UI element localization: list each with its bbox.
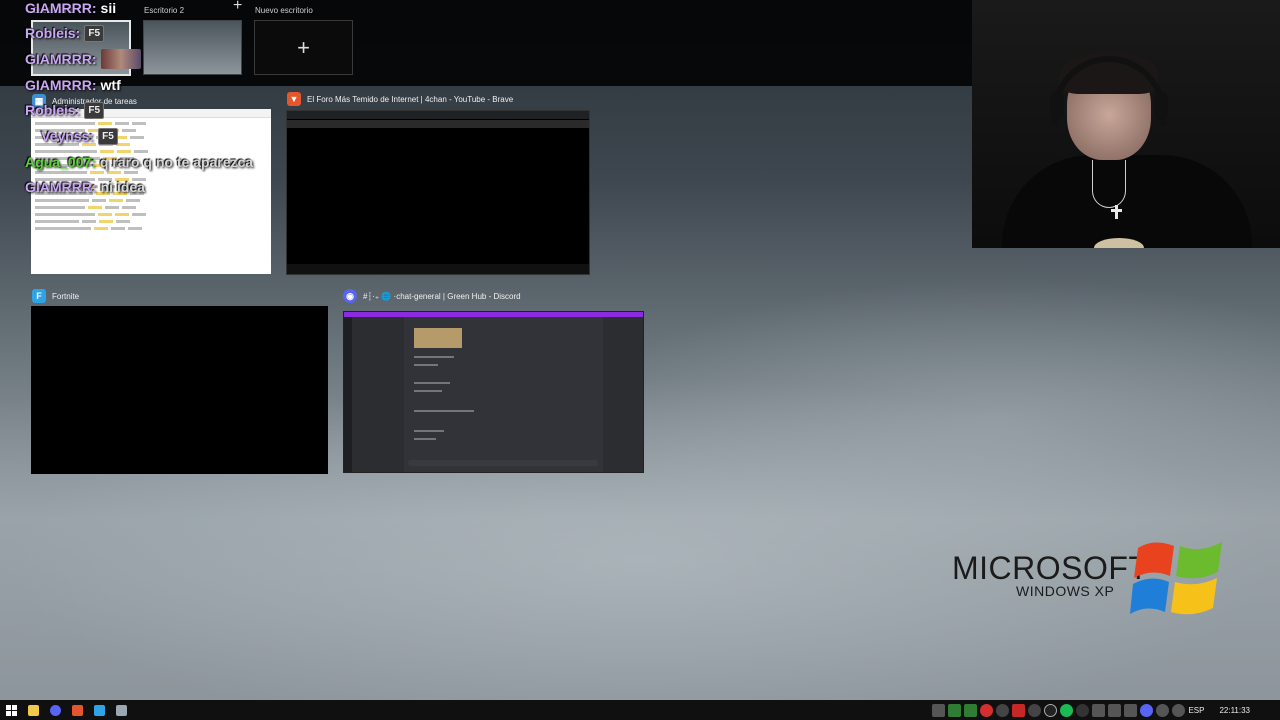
discord-image-embed	[414, 328, 462, 348]
chat-username: GIAMRRR:	[25, 51, 97, 67]
chat-message: GIAMRRR: sii	[25, 0, 253, 20]
discord-member-list	[603, 317, 643, 472]
chat-message: Veynss: F5	[25, 123, 253, 149]
brave-icon	[71, 704, 83, 716]
window-title-fortnite[interactable]: F Fortnite	[32, 289, 79, 303]
window-title-text: Fortnite	[52, 291, 80, 301]
record-icon[interactable]	[980, 703, 994, 717]
headset-ear-right	[1154, 92, 1168, 120]
brave-youtube-thumbnail[interactable]	[286, 110, 590, 275]
taskbar-file-explorer[interactable]	[22, 700, 44, 720]
chat-username: Agua_007:	[25, 153, 96, 170]
window-title-text: El Foro Más Temido de Internet | 4chan -…	[307, 94, 514, 104]
window-title-text: #┆·₊ 🌐 ·chat-general | Green Hub - Disco…	[363, 291, 521, 301]
microsoft-wordmark: MICROSOFT	[952, 550, 1149, 586]
chat-text: wtf	[100, 76, 121, 93]
chat-icon[interactable]	[1028, 703, 1042, 717]
network-icon[interactable]	[1156, 703, 1170, 717]
chat-message: GIAMRRR:	[25, 46, 253, 72]
xbox-icon[interactable]	[1044, 703, 1058, 717]
discord-icon	[49, 704, 61, 716]
chat-username: GIAMRRR:	[25, 76, 97, 93]
windows-xp-logo: MICROSOFT WINDOWS XP	[952, 536, 1232, 626]
discord-message-box	[408, 460, 598, 466]
chat-message: GIAMRRR: ni idea	[25, 174, 253, 199]
chat-message: Robleis: F5	[25, 97, 253, 123]
chat-username: Robleis:	[25, 102, 81, 118]
start-button[interactable]	[0, 700, 22, 720]
chat-username: GIAMRRR:	[25, 0, 97, 16]
window-title-discord[interactable]: ◉ #┆·₊ 🌐 ·chat-general | Green Hub - Dis…	[343, 289, 521, 303]
system-tray: ESP 22:11:33	[932, 700, 1280, 720]
folder-icon	[27, 704, 39, 716]
taskbar-discord[interactable]	[44, 700, 66, 720]
clock[interactable]: 22:11:33	[1219, 706, 1250, 715]
browser-address-bar	[287, 120, 589, 128]
geforce-icon[interactable]	[964, 703, 978, 717]
red-app-icon[interactable]	[1012, 703, 1026, 717]
chat-username: Veynss:	[41, 128, 94, 144]
necklace	[1092, 160, 1126, 208]
window-title-brave[interactable]: ▼ El Foro Más Temido de Internet | 4chan…	[287, 92, 513, 106]
task-manager-icon	[115, 704, 127, 716]
steam-icon[interactable]	[1076, 703, 1090, 717]
f5-emote-icon: F5	[84, 24, 105, 42]
webcam-overlay	[972, 0, 1280, 248]
f5-emote-icon: F5	[84, 101, 105, 119]
streamer-body	[1002, 155, 1252, 248]
video-controls	[287, 264, 589, 274]
chat-username: Robleis:	[25, 25, 81, 41]
new-desktop-label: Nuevo escritorio	[255, 6, 313, 15]
chat-text: q raro q no te aparezca	[99, 153, 254, 170]
battery-icon[interactable]	[1124, 703, 1138, 717]
taskbar-task-manager[interactable]	[110, 700, 132, 720]
cross-pendant-bar	[1111, 209, 1122, 212]
windows-xp-wordmark: WINDOWS XP	[1016, 583, 1115, 599]
chat-text: ni idea	[100, 178, 145, 195]
windows-start-icon	[5, 704, 17, 716]
taskbar-brave[interactable]	[66, 700, 88, 720]
browser-tab-strip	[287, 111, 589, 119]
taskbar-fortnite[interactable]	[88, 700, 110, 720]
brave-icon: ▼	[287, 92, 301, 106]
taskbar: ESP 22:11:33	[0, 700, 1280, 720]
language-indicator[interactable]: ESP	[1188, 706, 1204, 715]
chat-overlay: GIAMRRR: sii Robleis: F5 GIAMRRR: GIAMRR…	[25, 0, 253, 199]
fortnite-icon	[93, 704, 105, 716]
discord-icon: ◉	[343, 289, 357, 303]
microphone-icon[interactable]	[1092, 703, 1106, 717]
f5-emote-icon: F5	[97, 127, 118, 145]
new-desktop-button[interactable]: +	[254, 20, 353, 75]
chat-message: Robleis: F5	[25, 20, 253, 46]
spotify-icon[interactable]	[1060, 703, 1074, 717]
headset-ear-left	[1050, 92, 1064, 120]
cross-pendant-icon	[1115, 205, 1118, 219]
monitor-icon[interactable]	[932, 703, 946, 717]
windows-flag-icon	[1130, 542, 1222, 615]
nvidia-icon[interactable]	[948, 703, 962, 717]
chat-message: GIAMRRR: wtf	[25, 72, 253, 97]
image-emote-icon	[100, 49, 141, 69]
usb-icon[interactable]	[1108, 703, 1122, 717]
chat-username: GIAMRRR:	[25, 178, 97, 195]
discord-tray-icon[interactable]	[1140, 703, 1154, 717]
plus-icon: +	[297, 34, 310, 60]
volume-icon[interactable]	[1172, 703, 1186, 717]
discord-thumbnail[interactable]	[343, 311, 644, 473]
fortnite-thumbnail[interactable]	[31, 306, 328, 474]
chat-text: sii	[100, 0, 117, 16]
discord-channel-list	[352, 317, 404, 472]
mouse-icon[interactable]	[996, 703, 1010, 717]
fortnite-icon: F	[32, 289, 46, 303]
chat-message: Agua_007: q raro q no te aparezca	[25, 149, 253, 174]
discord-server-list	[344, 317, 352, 472]
